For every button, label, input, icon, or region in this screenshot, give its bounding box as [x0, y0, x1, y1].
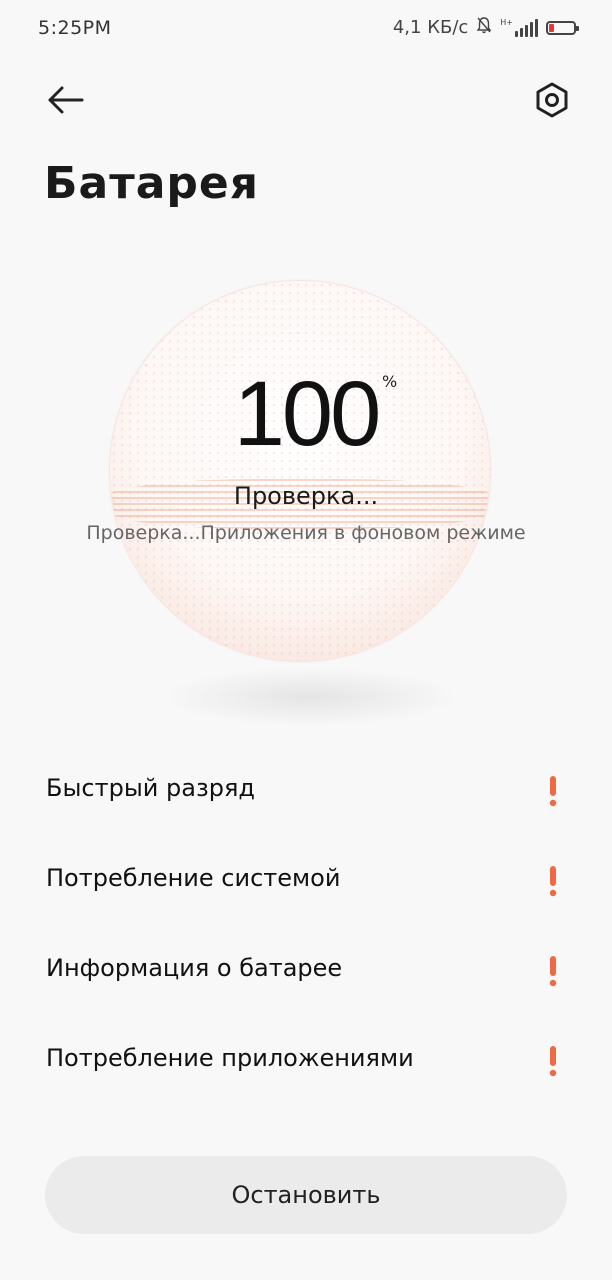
signal-icon: H+ [500, 17, 538, 37]
mute-icon [476, 16, 492, 39]
battery-percent: 100 [233, 363, 382, 465]
network-type: H+ [500, 17, 513, 27]
percent-sign: % [382, 372, 398, 391]
check-item-app-usage[interactable]: Потребление приложениями [0, 1016, 612, 1106]
check-item-fast-drain[interactable]: Быстрый разряд [0, 746, 612, 836]
battery-icon [546, 20, 579, 35]
check-label: Быстрый разряд [46, 774, 255, 802]
warning-icon [549, 866, 557, 897]
status-icons: 4,1 КБ/с H+ [392, 16, 579, 39]
sphere-graphic [110, 281, 490, 661]
status-time: 5:25PM [38, 17, 112, 39]
battery-level-fill [549, 23, 554, 32]
check-list: Быстрый разряд Потребление системой Инфо… [0, 746, 612, 1106]
check-item-battery-info[interactable]: Информация о батарее [0, 926, 612, 1016]
back-button[interactable] [40, 78, 88, 122]
scan-detail: Проверка...Приложения в фоновом режиме [86, 522, 526, 544]
battery-sphere [100, 275, 512, 745]
sphere-dot-pattern [110, 281, 490, 661]
check-label: Потребление системой [46, 864, 341, 892]
check-item-system-usage[interactable]: Потребление системой [0, 836, 612, 926]
network-speed: 4,1 КБ/с [392, 17, 469, 38]
warning-icon [549, 956, 557, 987]
check-label: Потребление приложениями [46, 1044, 414, 1072]
arrow-left-icon [48, 86, 84, 114]
warning-icon [549, 1046, 557, 1077]
battery-screen: 5:25PM 4,1 КБ/с H+ Батарея 100 % Проверк… [0, 0, 612, 1280]
page-title: Батарея [44, 158, 260, 209]
settings-button[interactable] [530, 78, 574, 122]
sphere-shadow [160, 667, 460, 727]
settings-hex-icon [536, 82, 568, 118]
scan-status: Проверка... [233, 482, 379, 510]
check-label: Информация о батарее [46, 954, 343, 982]
status-bar: 5:25PM 4,1 КБ/с H+ [0, 0, 612, 58]
warning-icon [549, 776, 557, 807]
stop-button[interactable]: Остановить [45, 1156, 567, 1234]
